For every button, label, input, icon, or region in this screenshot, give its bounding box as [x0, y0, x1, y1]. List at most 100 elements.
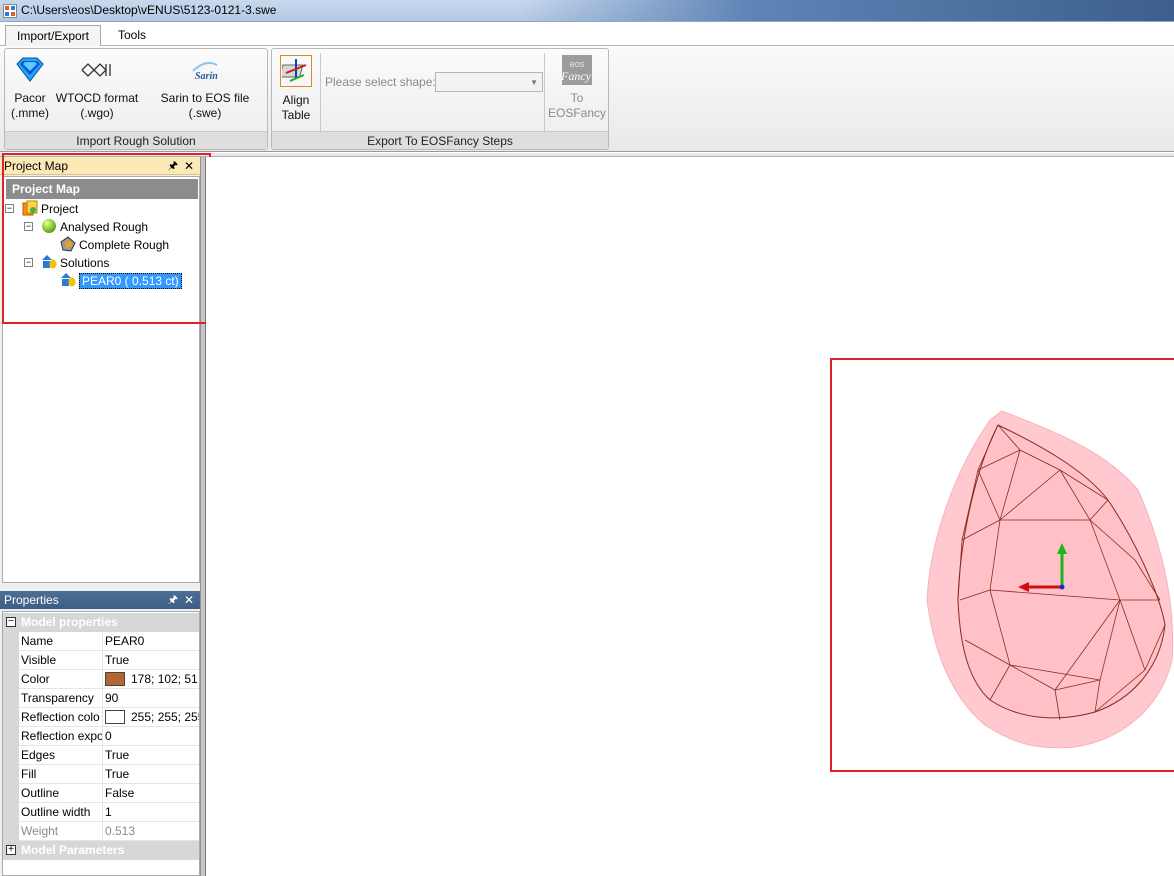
pacor-label-1: Pacor — [14, 91, 46, 105]
property-value[interactable]: 0 — [105, 727, 199, 745]
ribbon: Pacor (.mme) WTOCD format (.wgo) Sarin S… — [0, 46, 1174, 152]
wtocd-icon — [81, 63, 111, 77]
group-separator — [544, 53, 545, 131]
row-gutter — [3, 689, 19, 708]
window-title: C:\Users\eos\Desktop\vENUS\5123-0121-3.s… — [21, 3, 277, 17]
row-gutter — [3, 784, 19, 803]
highlight-box — [830, 358, 1174, 772]
align-table-button[interactable]: Align Table — [274, 55, 318, 123]
property-grid: − Model properties Name PEAR0 Visible Tr… — [2, 611, 200, 876]
property-name: Color — [21, 670, 103, 688]
to-eosfancy-label-1: To — [570, 91, 584, 105]
property-row[interactable]: Visible True — [3, 651, 199, 670]
color-swatch — [105, 672, 125, 686]
collapse-icon[interactable]: − — [6, 617, 16, 627]
property-row[interactable]: Reflection colo 255; 255; 255 — [3, 708, 199, 727]
property-name: Weight — [21, 822, 103, 840]
title-bar: C:\Users\eos\Desktop\vENUS\5123-0121-3.s… — [0, 0, 1174, 22]
property-row[interactable]: Color 178; 102; 51 — [3, 670, 199, 689]
wtocd-button[interactable]: WTOCD format (.wgo) — [53, 55, 141, 121]
wtocd-label-2: (.wgo) — [80, 106, 114, 120]
ribbon-tab-strip: Import/Export Tools — [0, 22, 1174, 47]
property-name: Visible — [21, 651, 103, 669]
eosfancy-icon: eos Fancy — [561, 55, 592, 85]
highlight-box — [2, 153, 211, 324]
property-value-text: 178; 102; 51 — [131, 672, 198, 686]
property-value[interactable]: 90 — [105, 689, 199, 707]
to-eosfancy-button[interactable]: eos Fancy To EOSFancy — [546, 55, 608, 121]
property-value[interactable]: True — [105, 746, 199, 764]
property-row[interactable]: Edges True — [3, 746, 199, 765]
3d-viewport[interactable] — [206, 157, 1174, 876]
align-label-1: Align — [282, 93, 310, 107]
to-eosfancy-label-2: EOSFancy — [547, 106, 607, 120]
property-name: Outline — [21, 784, 103, 802]
export-group-label: Export To EOSFancy Steps — [272, 131, 608, 149]
sarin-button[interactable]: Sarin Sarin to EOS file (.swe) — [143, 55, 267, 121]
import-rough-solution-group: Pacor (.mme) WTOCD format (.wgo) Sarin S… — [4, 48, 268, 150]
property-value[interactable]: PEAR0 — [105, 632, 199, 650]
property-row[interactable]: Name PEAR0 — [3, 632, 199, 651]
svg-text:eos: eos — [570, 59, 585, 69]
property-value[interactable]: 1 — [105, 803, 199, 821]
property-row[interactable]: Outline False — [3, 784, 199, 803]
category-model-properties[interactable]: − Model properties — [3, 613, 199, 632]
property-row[interactable]: Transparency 90 — [3, 689, 199, 708]
row-gutter — [3, 670, 19, 689]
expand-icon[interactable]: + — [6, 845, 16, 855]
shape-select[interactable]: ▼ — [435, 72, 543, 92]
diamond-icon — [16, 57, 44, 82]
category-label: Model properties — [21, 615, 118, 629]
chevron-down-icon[interactable]: ▼ — [530, 78, 538, 87]
property-row[interactable]: Outline width 1 — [3, 803, 199, 822]
property-value: 0.513 — [105, 824, 136, 838]
row-gutter — [3, 708, 19, 727]
properties-panel-title: Properties — [4, 593, 59, 607]
tab-import-export[interactable]: Import/Export — [5, 25, 101, 47]
property-row[interactable]: Fill True — [3, 765, 199, 784]
property-name: Transparency — [21, 689, 103, 707]
property-row[interactable]: Reflection expo 0 — [3, 727, 199, 746]
svg-text:Fancy: Fancy — [561, 69, 592, 83]
app-icon — [3, 4, 17, 18]
property-name: Reflection colo — [21, 708, 103, 726]
category-model-parameters[interactable]: + Model Parameters — [3, 841, 199, 860]
row-gutter — [3, 746, 19, 765]
pin-icon[interactable]: 🖈 — [168, 591, 178, 609]
row-gutter — [3, 822, 19, 841]
color-swatch — [105, 710, 125, 724]
tab-tools[interactable]: Tools — [108, 25, 156, 47]
row-gutter — [3, 803, 19, 822]
property-value[interactable]: 255; 255; 255 — [105, 708, 199, 726]
export-eosfancy-group: Align Table eos Fancy To EOSFancy Export… — [271, 48, 609, 150]
property-value[interactable]: 178; 102; 51 — [105, 670, 199, 688]
property-name: Fill — [21, 765, 103, 783]
row-gutter — [3, 632, 19, 651]
category-label: Model Parameters — [21, 843, 125, 857]
property-name: Reflection expo — [21, 727, 103, 745]
property-value-text: 255; 255; 255 — [131, 710, 199, 724]
shape-select-label: Please select shape: — [325, 75, 436, 89]
sarin-icon: Sarin — [192, 62, 218, 82]
row-gutter — [3, 651, 19, 670]
align-label-2: Table — [281, 108, 311, 122]
property-value[interactable]: True — [105, 765, 199, 783]
property-value[interactable]: True — [105, 651, 199, 669]
title-bar-gradient — [520, 0, 1174, 21]
group-separator — [320, 53, 321, 131]
import-group-label: Import Rough Solution — [5, 131, 267, 149]
property-value[interactable]: False — [105, 784, 199, 802]
properties-panel-header: Properties 🖈 ✕ — [0, 591, 200, 609]
property-name: Name — [21, 632, 103, 650]
pacor-label-2: (.mme) — [11, 106, 49, 120]
svg-text:Sarin: Sarin — [195, 71, 218, 82]
property-name: Edges — [21, 746, 103, 764]
pacor-button[interactable]: Pacor (.mme) — [7, 55, 53, 121]
row-gutter — [3, 765, 19, 784]
align-table-icon — [282, 59, 307, 82]
wtocd-label-1: WTOCD format — [55, 91, 139, 105]
property-row[interactable]: Weight 0.513 — [3, 822, 199, 841]
property-name: Outline width — [21, 803, 103, 821]
row-gutter — [3, 727, 19, 746]
close-icon[interactable]: ✕ — [184, 591, 194, 609]
